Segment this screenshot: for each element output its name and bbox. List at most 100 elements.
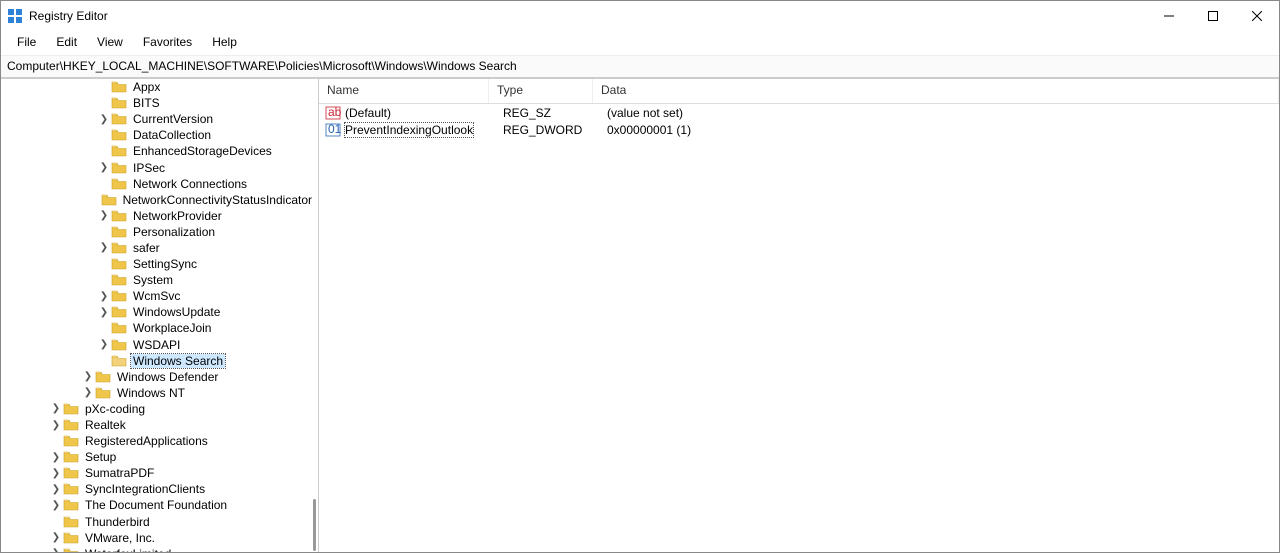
tree-item-setup[interactable]: ❯Setup xyxy=(1,449,318,465)
tree-item-label: The Document Foundation xyxy=(83,498,229,512)
tree-item-sumatrapdf[interactable]: ❯SumatraPDF xyxy=(1,465,318,481)
tree-item-label: DataCollection xyxy=(131,128,213,142)
menu-edit[interactable]: Edit xyxy=(46,33,87,51)
tree-item-label: NetworkProvider xyxy=(131,209,224,223)
chevron-right-icon[interactable]: ❯ xyxy=(49,403,63,414)
column-type[interactable]: Type xyxy=(489,79,593,103)
menubar: File Edit View Favorites Help xyxy=(1,31,1279,56)
chevron-right-icon[interactable]: ❯ xyxy=(97,114,111,125)
chevron-right-icon[interactable]: ❯ xyxy=(97,307,111,318)
folder-icon xyxy=(111,209,127,223)
list-pane[interactable]: Name Type Data ab(Default)REG_SZ(value n… xyxy=(319,79,1279,552)
tree-item-windows-search[interactable]: Windows Search xyxy=(1,353,318,369)
svg-text:ab: ab xyxy=(328,106,341,119)
folder-icon xyxy=(63,515,79,529)
folder-icon xyxy=(111,96,127,110)
chevron-right-icon[interactable]: ❯ xyxy=(49,452,63,463)
tree-item-label: Thunderbird xyxy=(83,515,152,529)
value-row[interactable]: 011PreventIndexingOutlookREG_DWORD0x0000… xyxy=(319,121,1279,138)
menu-file[interactable]: File xyxy=(7,33,46,51)
tree-item-wcmsvc[interactable]: ❯WcmSvc xyxy=(1,288,318,304)
resize-handle[interactable] xyxy=(313,499,316,551)
tree-item-bits[interactable]: BITS xyxy=(1,95,318,111)
chevron-right-icon[interactable]: ❯ xyxy=(97,210,111,221)
tree-item-label: RegisteredApplications xyxy=(83,434,210,448)
folder-icon xyxy=(63,531,79,545)
chevron-right-icon[interactable]: ❯ xyxy=(49,468,63,479)
chevron-right-icon[interactable]: ❯ xyxy=(49,484,63,495)
tree-item-the-document-foundation[interactable]: ❯ The Document Foundation xyxy=(1,497,318,513)
folder-icon xyxy=(111,289,127,303)
folder-icon xyxy=(95,370,111,384)
tree-item-vmware-inc-[interactable]: ❯VMware, Inc. xyxy=(1,530,318,546)
tree-item-windows-defender[interactable]: ❯Windows Defender xyxy=(1,369,318,385)
list-body: ab(Default)REG_SZ(value not set)011Preve… xyxy=(319,104,1279,138)
folder-icon xyxy=(63,466,79,480)
value-data: 0x00000001 (1) xyxy=(605,123,1279,137)
chevron-right-icon[interactable]: ❯ xyxy=(49,548,63,552)
tree-item-currentversion[interactable]: ❯CurrentVersion xyxy=(1,111,318,127)
tree-item-label: Personalization xyxy=(131,225,217,239)
menu-favorites[interactable]: Favorites xyxy=(133,33,202,51)
folder-icon xyxy=(111,80,127,94)
folder-icon xyxy=(111,257,127,271)
column-data[interactable]: Data xyxy=(593,79,1279,103)
tree-item-windows-nt[interactable]: ❯ Windows NT xyxy=(1,385,318,401)
tree-item-safer[interactable]: ❯safer xyxy=(1,240,318,256)
chevron-right-icon[interactable]: ❯ xyxy=(81,371,95,382)
tree-item-thunderbird[interactable]: Thunderbird xyxy=(1,514,318,530)
tree-item-waterfoxlimited[interactable]: ❯WaterfoxLimited xyxy=(1,546,318,552)
tree-item-settingsync[interactable]: SettingSync xyxy=(1,256,318,272)
chevron-right-icon[interactable]: ❯ xyxy=(97,242,111,253)
tree-item-pxc-coding[interactable]: ❯pXc-coding xyxy=(1,401,318,417)
minimize-button[interactable] xyxy=(1147,1,1191,31)
tree-item-realtek[interactable]: ❯Realtek xyxy=(1,417,318,433)
tree-item-wsdapi[interactable]: ❯WSDAPI xyxy=(1,337,318,353)
tree-item-label: BITS xyxy=(131,96,162,110)
chevron-right-icon[interactable]: ❯ xyxy=(49,532,63,543)
value-data: (value not set) xyxy=(605,106,1279,120)
folder-icon xyxy=(63,402,79,416)
window-controls xyxy=(1147,1,1279,31)
chevron-right-icon[interactable]: ❯ xyxy=(81,387,95,398)
chevron-right-icon[interactable]: ❯ xyxy=(97,291,111,302)
list-header: Name Type Data xyxy=(319,79,1279,104)
tree-item-label: Windows NT xyxy=(115,386,187,400)
chevron-right-icon[interactable]: ❯ xyxy=(49,500,63,511)
column-name[interactable]: Name xyxy=(319,79,489,103)
close-button[interactable] xyxy=(1235,1,1279,31)
folder-icon xyxy=(111,128,127,142)
menu-view[interactable]: View xyxy=(87,33,133,51)
tree-item-enhancedstoragedevices[interactable]: EnhancedStorageDevices xyxy=(1,143,318,159)
content-area: AppxBITS❯CurrentVersionDataCollectionEnh… xyxy=(1,78,1279,552)
tree-item-networkprovider[interactable]: ❯ NetworkProvider xyxy=(1,208,318,224)
tree-item-ipsec[interactable]: ❯ IPSec xyxy=(1,159,318,175)
tree-item-label: Windows Search xyxy=(131,354,225,368)
chevron-right-icon[interactable]: ❯ xyxy=(49,420,63,431)
tree-item-system[interactable]: System xyxy=(1,272,318,288)
tree-pane[interactable]: AppxBITS❯CurrentVersionDataCollectionEnh… xyxy=(1,79,319,552)
folder-icon xyxy=(63,498,79,512)
chevron-right-icon[interactable]: ❯ xyxy=(97,339,111,350)
tree-item-windowsupdate[interactable]: ❯WindowsUpdate xyxy=(1,304,318,320)
tree-item-networkconnectivitystatusindicator[interactable]: NetworkConnectivityStatusIndicator xyxy=(1,192,318,208)
folder-icon xyxy=(111,161,127,175)
tree-item-label: IPSec xyxy=(131,161,167,175)
value-type: REG_SZ xyxy=(501,106,605,120)
tree-item-network-connections[interactable]: Network Connections xyxy=(1,176,318,192)
dword-value-icon: 011 xyxy=(325,123,341,137)
menu-help[interactable]: Help xyxy=(202,33,247,51)
tree-item-personalization[interactable]: Personalization xyxy=(1,224,318,240)
address-bar[interactable]: Computer\HKEY_LOCAL_MACHINE\SOFTWARE\Pol… xyxy=(1,56,1279,78)
tree-item-registeredapplications[interactable]: RegisteredApplications xyxy=(1,433,318,449)
tree-item-appx[interactable]: Appx xyxy=(1,79,318,95)
folder-icon xyxy=(111,144,127,158)
value-row[interactable]: ab(Default)REG_SZ(value not set) xyxy=(319,104,1279,121)
tree-item-workplacejoin[interactable]: WorkplaceJoin xyxy=(1,320,318,336)
tree-item-label: SyncIntegrationClients xyxy=(83,482,207,496)
tree-item-datacollection[interactable]: DataCollection xyxy=(1,127,318,143)
folder-icon xyxy=(63,418,79,432)
chevron-right-icon[interactable]: ❯ xyxy=(97,162,111,173)
tree-item-syncintegrationclients[interactable]: ❯ SyncIntegrationClients xyxy=(1,481,318,497)
maximize-button[interactable] xyxy=(1191,1,1235,31)
